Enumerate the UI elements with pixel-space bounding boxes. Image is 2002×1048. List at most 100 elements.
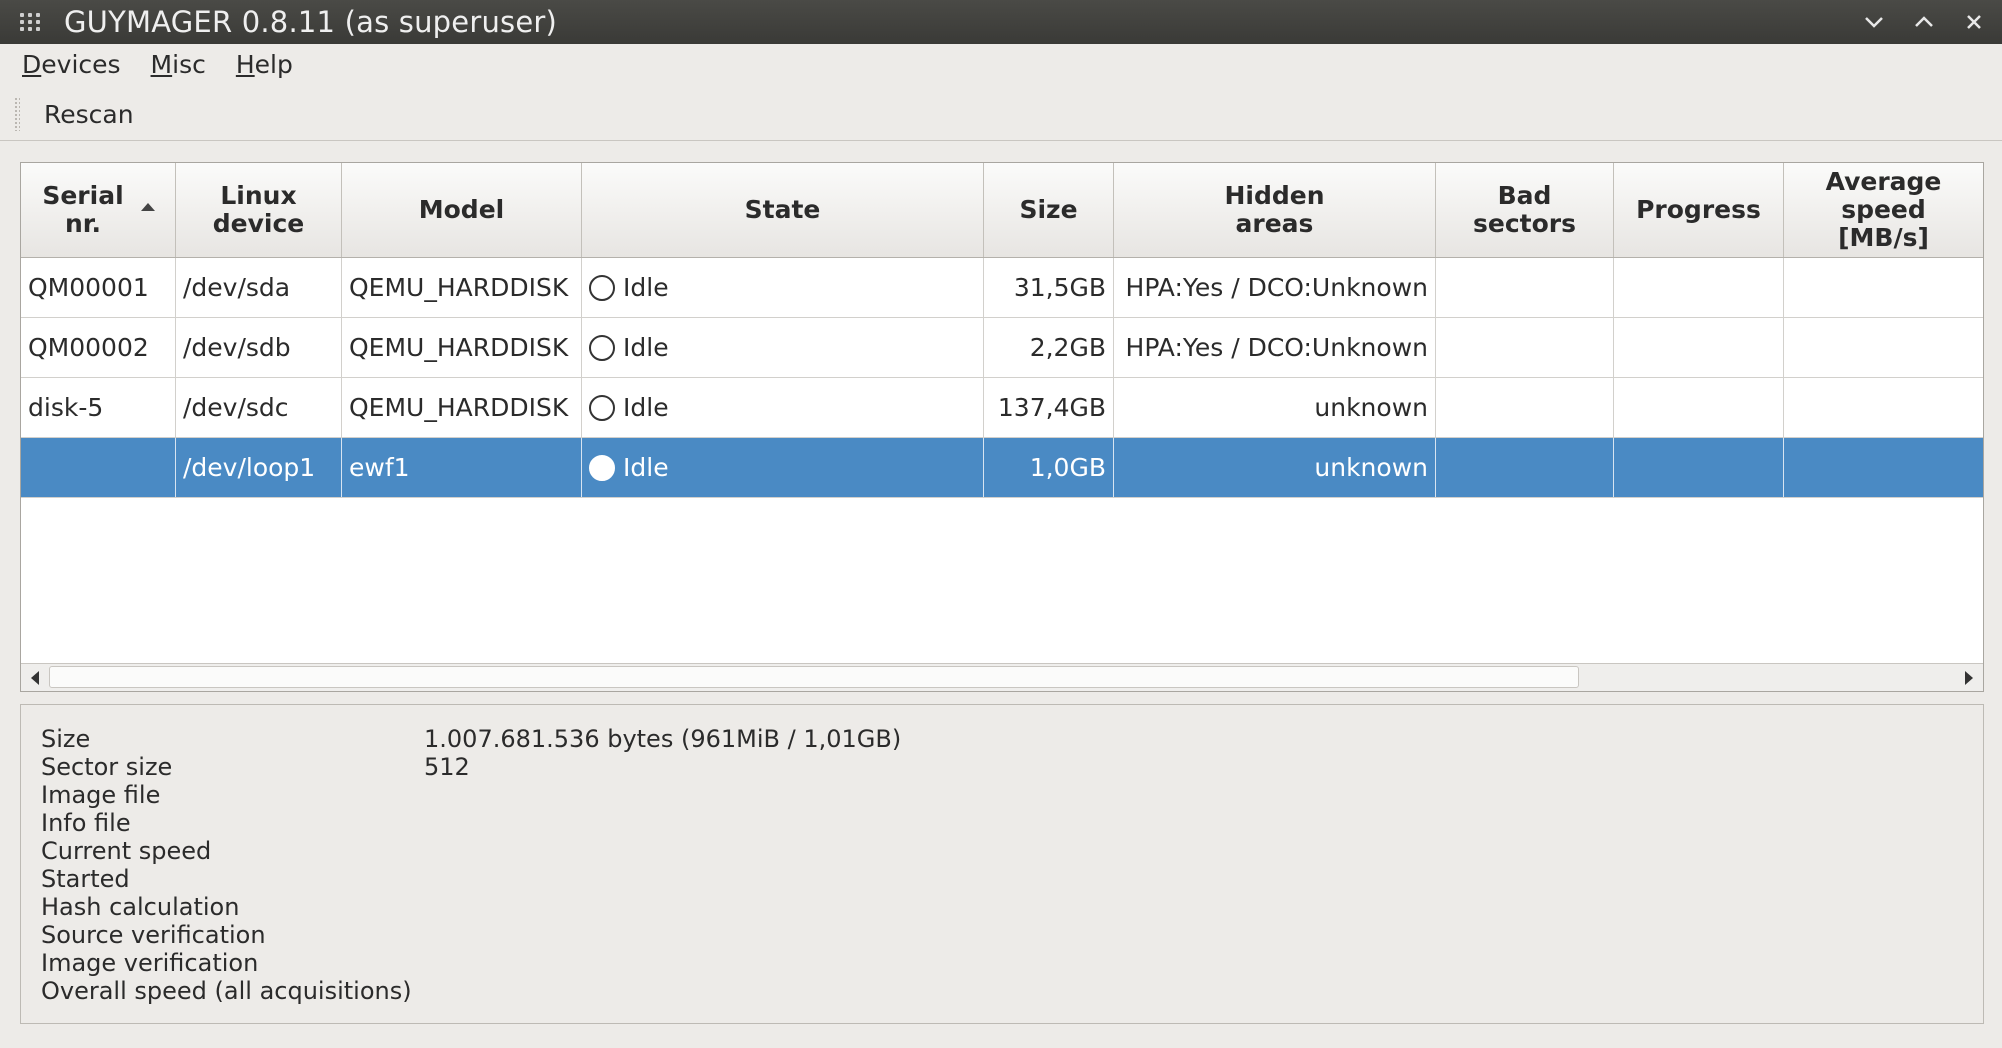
column-header-bad-sectors[interactable]: Bad sectors: [1436, 163, 1614, 257]
column-header-model[interactable]: Model: [342, 163, 582, 257]
table-row[interactable]: disk-5 /dev/sdc QEMU_HARDDISK Idle 137,4…: [21, 378, 1983, 438]
cell-progress: [1614, 438, 1784, 497]
info-label: Image file: [41, 781, 161, 809]
cell-state: Idle: [582, 318, 984, 377]
menu-help-label: elp: [254, 49, 293, 79]
menu-bar: Devices Misc Help: [0, 44, 2002, 84]
cell-serial: QM00002: [21, 318, 176, 377]
cell-bad-sectors: [1436, 258, 1614, 317]
toolbar-handle[interactable]: [14, 97, 20, 131]
menu-devices-mnemonic: D: [22, 49, 42, 79]
chevron-down-icon: [1865, 17, 1883, 28]
column-header-linux-device[interactable]: Linux device: [176, 163, 342, 257]
cell-size: 31,5GB: [984, 258, 1114, 317]
arrow-left-icon: [31, 670, 39, 685]
device-table: Serial nr. Linux device Model State Size…: [20, 162, 1984, 692]
info-label: Started: [41, 865, 130, 893]
column-header-serial[interactable]: Serial nr.: [21, 163, 176, 257]
cell-model: QEMU_HARDDISK: [342, 378, 582, 437]
cell-serial: QM00001: [21, 258, 176, 317]
cell-hidden-areas: unknown: [1114, 438, 1436, 497]
scroll-left-button[interactable]: [21, 664, 49, 691]
cell-state-label: Idle: [623, 393, 669, 422]
menu-devices[interactable]: Devices: [22, 50, 121, 79]
cell-size: 1,0GB: [984, 438, 1114, 497]
cell-state-label: Idle: [623, 453, 669, 482]
window-menu-icon[interactable]: [20, 11, 46, 33]
column-header-progress[interactable]: Progress: [1614, 163, 1784, 257]
column-header-model-label: Model: [418, 195, 505, 224]
column-header-average-speed[interactable]: Average speed [MB/s]: [1784, 163, 1983, 257]
rescan-button[interactable]: Rescan: [44, 100, 134, 129]
column-header-state[interactable]: State: [582, 163, 984, 257]
table-row[interactable]: QM00002 /dev/sdb QEMU_HARDDISK Idle 2,2G…: [21, 318, 1983, 378]
close-button[interactable]: [1962, 10, 1986, 34]
table-header: Serial nr. Linux device Model State Size…: [21, 163, 1983, 258]
cell-state-label: Idle: [623, 333, 669, 362]
minimize-button[interactable]: [1862, 10, 1886, 34]
info-value: 1.007.681.536 bytes (961MiB / 1,01GB): [424, 725, 902, 753]
cell-progress: [1614, 318, 1784, 377]
column-header-average-speed-label: Average speed [MB/s]: [1825, 167, 1942, 252]
column-header-hidden-areas[interactable]: Hidden areas: [1114, 163, 1436, 257]
state-idle-icon: [589, 274, 615, 301]
column-header-serial-label: Serial nr.: [42, 181, 124, 238]
chevron-up-icon: [1915, 16, 1933, 27]
cell-model: QEMU_HARDDISK: [342, 318, 582, 377]
scroll-right-button[interactable]: [1955, 664, 1983, 691]
scrollbar-thumb[interactable]: [49, 666, 1579, 688]
cell-device: /dev/sdc: [176, 378, 342, 437]
menu-help-mnemonic: H: [235, 49, 255, 79]
window-title: GUYMAGER 0.8.11 (as superuser): [64, 5, 558, 39]
cell-bad-sectors: [1436, 378, 1614, 437]
title-bar[interactable]: GUYMAGER 0.8.11 (as superuser): [0, 0, 2002, 44]
cell-hidden-areas: HPA:Yes / DCO:Unknown: [1114, 258, 1436, 317]
cell-average-speed: [1784, 318, 1983, 377]
cell-serial: [21, 438, 176, 497]
cell-average-speed: [1784, 438, 1983, 497]
column-header-size[interactable]: Size: [984, 163, 1114, 257]
state-idle-icon: [589, 394, 615, 421]
maximize-button[interactable]: [1912, 10, 1936, 34]
cell-size: 137,4GB: [984, 378, 1114, 437]
table-body: QM00001 /dev/sda QEMU_HARDDISK Idle 31,5…: [21, 258, 1983, 498]
cell-device: /dev/loop1: [176, 438, 342, 497]
table-row[interactable]: QM00001 /dev/sda QEMU_HARDDISK Idle 31,5…: [21, 258, 1983, 318]
menu-misc[interactable]: Misc: [151, 50, 206, 79]
cell-state: Idle: [582, 258, 984, 317]
info-label: Current speed: [41, 837, 212, 865]
menu-misc-mnemonic: M: [150, 49, 173, 79]
column-header-progress-label: Progress: [1636, 195, 1761, 224]
cell-progress: [1614, 258, 1784, 317]
cell-hidden-areas: HPA:Yes / DCO:Unknown: [1114, 318, 1436, 377]
menu-help[interactable]: Help: [236, 50, 293, 79]
cell-model: QEMU_HARDDISK: [342, 258, 582, 317]
info-label: Image verification: [41, 949, 259, 977]
cell-average-speed: [1784, 378, 1983, 437]
cell-state: Idle: [582, 438, 984, 497]
info-label: Hash calculation: [41, 893, 240, 921]
table-row-selected[interactable]: /dev/loop1 ewf1 Idle 1,0GB unknown: [21, 438, 1983, 498]
state-idle-icon: [589, 334, 615, 361]
menu-misc-label: isc: [172, 49, 206, 79]
horizontal-scrollbar[interactable]: [21, 663, 1983, 691]
cell-progress: [1614, 378, 1784, 437]
toolbar: Rescan: [0, 88, 2002, 141]
column-header-state-label: State: [744, 195, 821, 224]
cell-state: Idle: [582, 378, 984, 437]
column-header-bad-sectors-label: Bad sectors: [1473, 181, 1576, 238]
column-header-hidden-areas-label: Hidden areas: [1224, 181, 1325, 238]
state-idle-icon: [589, 454, 615, 481]
cell-bad-sectors: [1436, 318, 1614, 377]
column-header-linux-device-label: Linux device: [212, 181, 305, 238]
cell-serial: disk-5: [21, 378, 176, 437]
info-label: Sector size: [41, 753, 173, 781]
cell-bad-sectors: [1436, 438, 1614, 497]
column-header-size-label: Size: [1019, 195, 1078, 224]
info-label: Info file: [41, 809, 131, 837]
cell-device: /dev/sda: [176, 258, 342, 317]
info-value: 512: [424, 753, 470, 781]
info-label: Source verification: [41, 921, 266, 949]
info-label: Overall speed (all acquisitions): [41, 977, 412, 1005]
device-info-panel: Size 1.007.681.536 bytes (961MiB / 1,01G…: [20, 704, 1984, 1024]
